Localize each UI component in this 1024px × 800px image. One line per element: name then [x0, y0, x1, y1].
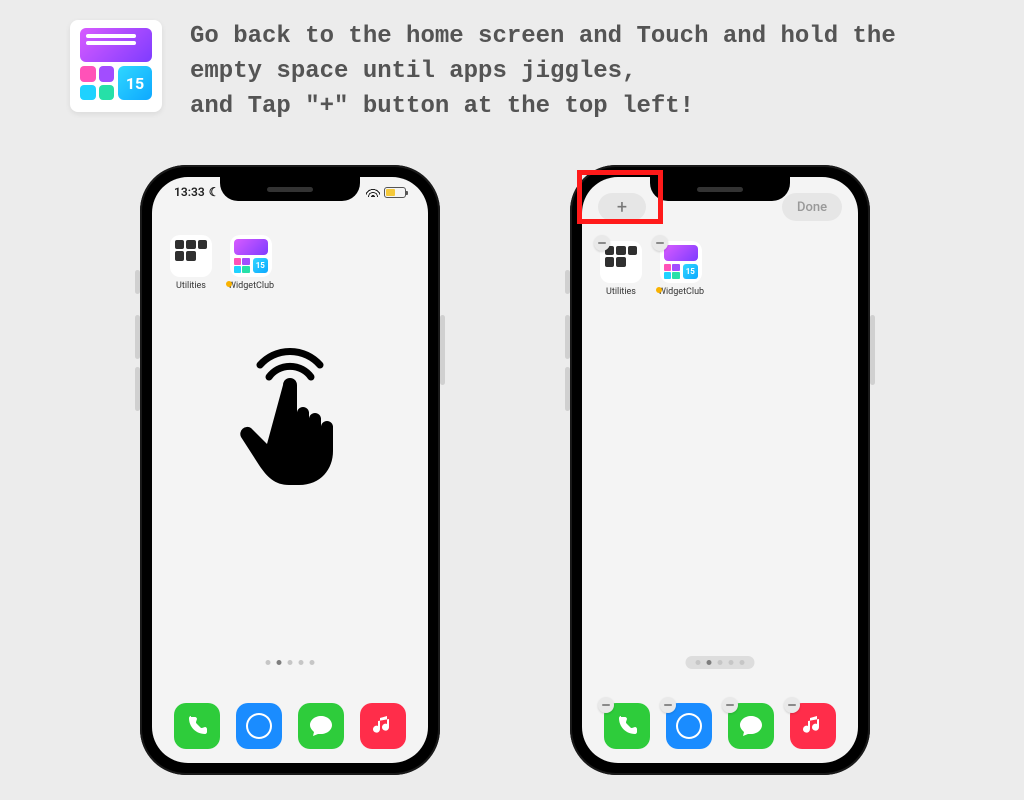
remove-badge-icon[interactable] [594, 235, 610, 251]
calendar-badge-icon: 15 [118, 66, 152, 100]
battery-icon [384, 187, 406, 198]
dock [174, 703, 406, 749]
page-indicator[interactable] [686, 656, 755, 669]
page-indicator[interactable] [256, 656, 325, 669]
dock-phone-icon[interactable] [174, 703, 220, 749]
notification-dot-icon [226, 281, 232, 287]
remove-badge-icon[interactable] [784, 697, 800, 713]
header-row: 15 Go back to the home screen and Touch … [70, 20, 970, 124]
dock-messages-icon[interactable] [728, 703, 774, 749]
done-button[interactable]: Done [782, 193, 842, 221]
wifi-icon [366, 187, 380, 197]
app-widgetclub[interactable]: 15 WidgetClub [658, 241, 704, 297]
instructions-text: Go back to the home screen and Touch and… [190, 20, 970, 124]
dock-messages-icon[interactable] [298, 703, 344, 749]
remove-badge-icon[interactable] [652, 235, 668, 251]
dock-safari-icon[interactable] [666, 703, 712, 749]
dock-phone-icon[interactable] [604, 703, 650, 749]
app-widgetclub[interactable]: 15 WidgetClub [228, 235, 274, 291]
app-utilities[interactable]: Utilities [600, 241, 642, 297]
app-utilities[interactable]: Utilities [170, 235, 212, 291]
dock-music-icon[interactable] [790, 703, 836, 749]
app-label: WidgetClub [228, 281, 274, 291]
remove-badge-icon[interactable] [598, 697, 614, 713]
phone-mock-right: + Done Utilities 15 [570, 165, 870, 775]
status-bar: 13:33 ☾ [152, 185, 428, 199]
widgetclub-hero-icon: 15 [70, 20, 162, 112]
edit-mode-bar: + Done [582, 193, 858, 221]
phone-mock-left: 13:33 ☾ Utilities 15 [140, 165, 440, 775]
dock-safari-icon[interactable] [236, 703, 282, 749]
dock-music-icon[interactable] [360, 703, 406, 749]
purple-banner-icon [80, 28, 152, 62]
widgetclub-icon: 15 [230, 235, 272, 277]
app-label: Utilities [176, 281, 206, 291]
home-apps-row: Utilities 15 WidgetClub [600, 241, 704, 297]
moon-icon: ☾ [209, 185, 220, 199]
dock [604, 703, 836, 749]
touch-hold-icon [225, 335, 355, 499]
notification-dot-icon [656, 287, 662, 293]
folder-icon [170, 235, 212, 277]
add-widget-button[interactable]: + [598, 193, 646, 221]
status-time: 13:33 [174, 185, 205, 199]
app-label: Utilities [606, 287, 636, 297]
app-label: WidgetClub [658, 287, 704, 297]
remove-badge-icon[interactable] [660, 697, 676, 713]
home-apps-row: Utilities 15 WidgetClub [170, 235, 274, 291]
remove-badge-icon[interactable] [722, 697, 738, 713]
color-grid-icon [80, 66, 114, 100]
